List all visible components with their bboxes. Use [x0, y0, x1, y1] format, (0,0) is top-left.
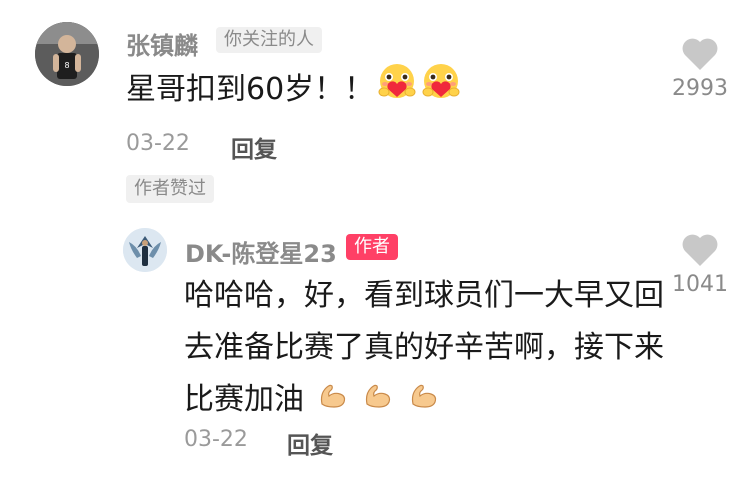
reply-button[interactable]: 回复 — [231, 130, 277, 164]
following-badge: 你关注的人 — [216, 27, 322, 53]
avatar[interactable]: 8 — [35, 22, 99, 86]
heart-icon — [682, 38, 718, 70]
reply-button[interactable]: 回复 — [287, 426, 333, 460]
flexed-biceps-emoji-icon — [407, 375, 441, 427]
reply-date: 03-22 — [184, 427, 248, 452]
like-count: 2993 — [672, 76, 728, 101]
author-liked-badge: 作者赞过 — [126, 175, 214, 203]
like-button[interactable]: 2993 — [660, 36, 740, 101]
reply-username[interactable]: DK-陈登星23 — [185, 234, 337, 269]
like-count: 1041 — [672, 272, 728, 297]
user-avatar-image: 8 — [35, 22, 99, 86]
comment-text: 星哥扣到60岁！！ — [126, 62, 462, 117]
heart-icon — [682, 234, 718, 266]
comment-username[interactable]: 张镇麟 — [126, 26, 198, 61]
love-face-emoji-icon — [376, 62, 418, 117]
flexed-biceps-emoji-icon — [361, 375, 395, 427]
like-button[interactable]: 1041 — [660, 232, 740, 297]
author-badge: 作者 — [346, 234, 398, 260]
author-avatar-image — [123, 228, 167, 272]
love-face-emoji-icon — [420, 62, 462, 117]
svg-text:8: 8 — [64, 61, 69, 70]
flexed-biceps-emoji-icon — [316, 375, 350, 427]
comment-text-body: 星哥扣到60岁！！ — [126, 71, 375, 107]
avatar[interactable] — [123, 228, 167, 272]
comment-date: 03-22 — [126, 131, 190, 156]
reply-text: 哈哈哈，好，看到球员们一大早又回去准备比赛了真的好辛苦啊，接下来比赛加油 — [184, 270, 664, 427]
